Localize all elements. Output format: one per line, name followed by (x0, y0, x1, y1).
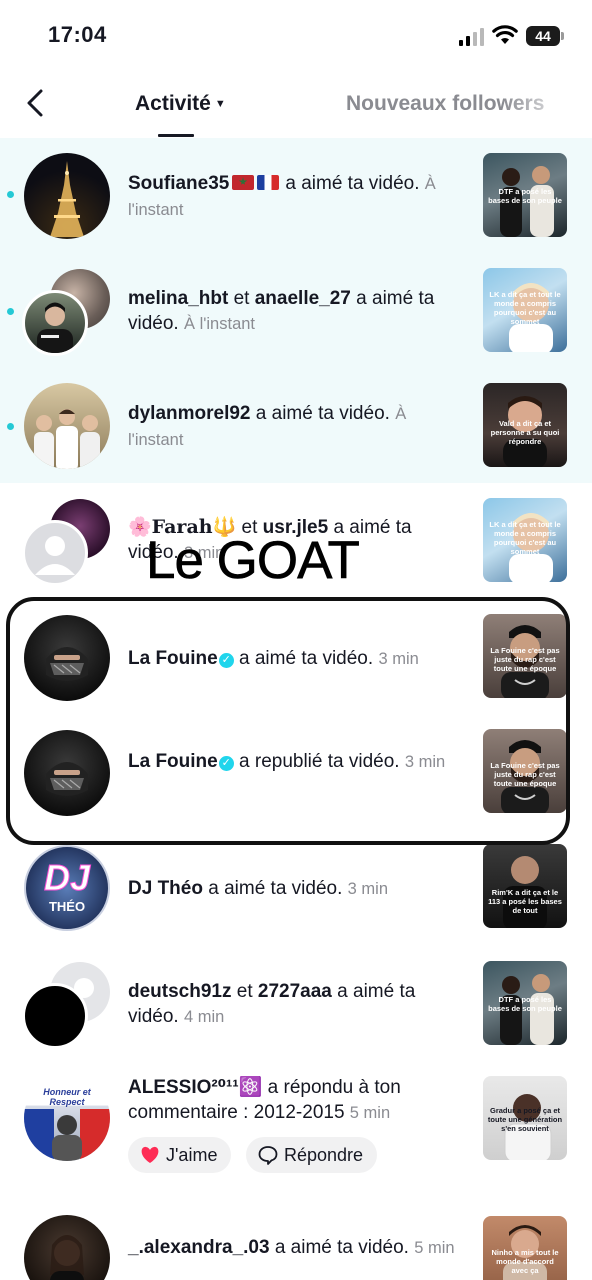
thumbnail-caption: LK a dit ça et tout le monde a compris p… (489, 290, 561, 326)
conjunction: et (236, 981, 253, 1002)
comment-bubble-icon (258, 1146, 278, 1165)
avatar[interactable] (24, 1215, 110, 1280)
timestamp: À l'instant (183, 315, 256, 333)
reply-label: Répondre (284, 1144, 364, 1165)
activity-header: Activité ▼ Nouveaux followers (0, 70, 592, 138)
timestamp: 3 min (347, 880, 389, 898)
wifi-icon (492, 24, 518, 46)
video-thumbnail[interactable]: Ninho a mis tout le monde d'accord avec … (483, 1216, 567, 1280)
caret-down-icon: ▼ (214, 98, 226, 111)
unread-dot (7, 308, 14, 315)
status-bar: 17:04 44 (0, 0, 592, 70)
unread-dot (7, 423, 14, 430)
battery-level: 44 (526, 26, 560, 46)
video-thumbnail[interactable]: DTF a posé les bases de son peuple (483, 961, 567, 1045)
action-text: a aimé ta vidéo. (274, 1237, 409, 1258)
username[interactable]: deutsch91z (128, 981, 231, 1002)
notification-text: dylanmorel92 a aimé ta vidéo. À l'instan… (128, 401, 463, 453)
thumbnail-caption: LK a dit ça et tout le monde a compris p… (489, 520, 561, 556)
chevron-left-icon (27, 89, 43, 117)
username[interactable]: _.alexandra_.03 (128, 1237, 270, 1258)
avatar[interactable]: DJ THÉO (24, 845, 110, 931)
status-time: 17:04 (48, 22, 107, 47)
back-button[interactable] (18, 86, 52, 120)
list-item[interactable]: Honneur et Respect ALESSIO²⁰¹¹⚛️ a répon… (0, 1061, 592, 1201)
username[interactable]: 2727aaa (258, 981, 332, 1002)
action-text: a aimé ta vidéo. (208, 878, 343, 899)
overlay-caption: Le GOAT (146, 531, 361, 591)
notification-text: melina_hbt et anaelle_27 a aimé ta vidéo… (128, 286, 463, 337)
thumbnail-caption: DTF a posé les bases de son peuple (488, 187, 562, 205)
avatar-logo-subtext: THÉO (48, 899, 86, 914)
thumbnail-caption: Rim'K a dit ça et le 113 a posé les base… (488, 888, 562, 915)
like-label: J'aime (166, 1144, 218, 1165)
thumbnail-caption: Vald a dit ça et personne a su quoi répo… (490, 419, 560, 446)
username[interactable]: Soufiane35 (128, 173, 229, 194)
username[interactable]: ALESSIO²⁰¹¹ (128, 1077, 239, 1098)
list-item[interactable]: DJ THÉO DJ Théo a aimé ta vidéo. 3 min R… (0, 831, 592, 946)
list-item[interactable]: _.alexandra_.03 a aimé ta vidéo. 5 min N… (0, 1201, 592, 1280)
action-text: a aimé ta vidéo. (255, 403, 390, 424)
conjunction: et (233, 288, 250, 309)
notification-text: ALESSIO²⁰¹¹⚛️ a répondu à ton commentair… (128, 1075, 463, 1126)
avatar[interactable]: Honneur et Respect (24, 1075, 110, 1161)
tab-activity[interactable]: Activité ▼ (135, 92, 226, 116)
video-thumbnail[interactable]: Rim'K a dit ça et le 113 a posé les base… (483, 844, 567, 928)
list-item[interactable]: dylanmorel92 a aimé ta vidéo. À l'instan… (0, 368, 592, 483)
avatar[interactable] (22, 290, 88, 356)
video-thumbnail[interactable]: LK a dit ça et tout le monde a compris p… (483, 268, 567, 352)
notification-text: _.alexandra_.03 a aimé ta vidéo. 5 min (128, 1235, 463, 1261)
video-thumbnail[interactable]: DTF a posé les bases de son peuple (483, 153, 567, 237)
action-text: a aimé ta vidéo. (285, 173, 420, 194)
like-comment-button[interactable]: J'aime (128, 1137, 232, 1173)
tab-fade (502, 70, 592, 138)
username[interactable]: dylanmorel92 (128, 403, 251, 424)
heart-icon (141, 1146, 159, 1163)
unread-dot (7, 191, 14, 198)
timestamp: 5 min (349, 1104, 391, 1122)
thumbnail-caption: Ninho a mis tout le monde d'accord avec … (491, 1248, 559, 1275)
video-thumbnail[interactable]: LK a dit ça et tout le monde a compris p… (483, 498, 567, 582)
video-thumbnail[interactable]: Gradur a posé ça et toute une génération… (483, 1076, 567, 1160)
france-flag-icon (257, 175, 280, 190)
timestamp: 4 min (183, 1008, 225, 1026)
username[interactable]: melina_hbt (128, 288, 228, 309)
thumbnail-caption: DTF a posé les bases de son peuple (488, 995, 562, 1013)
active-tab-indicator (158, 134, 194, 137)
list-item[interactable]: Soufiane35 a aimé ta vidéo. À l'instant D… (0, 138, 592, 253)
tab-activity-label: Activité (135, 92, 211, 115)
highlight-frame (6, 597, 570, 845)
atom-icon: ⚛️ (238, 1077, 263, 1098)
avatar-logo-text: DJ (43, 857, 91, 899)
video-thumbnail[interactable]: Vald a dit ça et personne a su quoi répo… (483, 383, 567, 467)
username[interactable]: DJ Théo (128, 878, 203, 899)
username[interactable]: anaelle_27 (255, 288, 351, 309)
morocco-flag-icon (232, 175, 255, 190)
avatar[interactable] (24, 153, 110, 239)
notification-text: deutsch91z et 2727aaa a aimé ta vidéo. 4… (128, 979, 463, 1030)
avatar[interactable] (22, 983, 88, 1049)
list-item[interactable]: deutsch91z et 2727aaa a aimé ta vidéo. 4… (0, 946, 592, 1061)
list-item[interactable]: melina_hbt et anaelle_27 a aimé ta vidéo… (0, 253, 592, 368)
avatar[interactable] (22, 520, 88, 586)
avatar[interactable] (24, 383, 110, 469)
notification-text: Soufiane35 a aimé ta vidéo. À l'instant (128, 171, 463, 223)
notification-text: DJ Théo a aimé ta vidéo. 3 min (128, 876, 463, 902)
cellular-signal-icon (459, 28, 485, 46)
thumbnail-caption: Gradur a posé ça et toute une génération… (487, 1106, 563, 1133)
reply-button[interactable]: Répondre (246, 1137, 378, 1173)
battery-icon: 44 (526, 26, 564, 46)
timestamp: 5 min (414, 1239, 455, 1257)
